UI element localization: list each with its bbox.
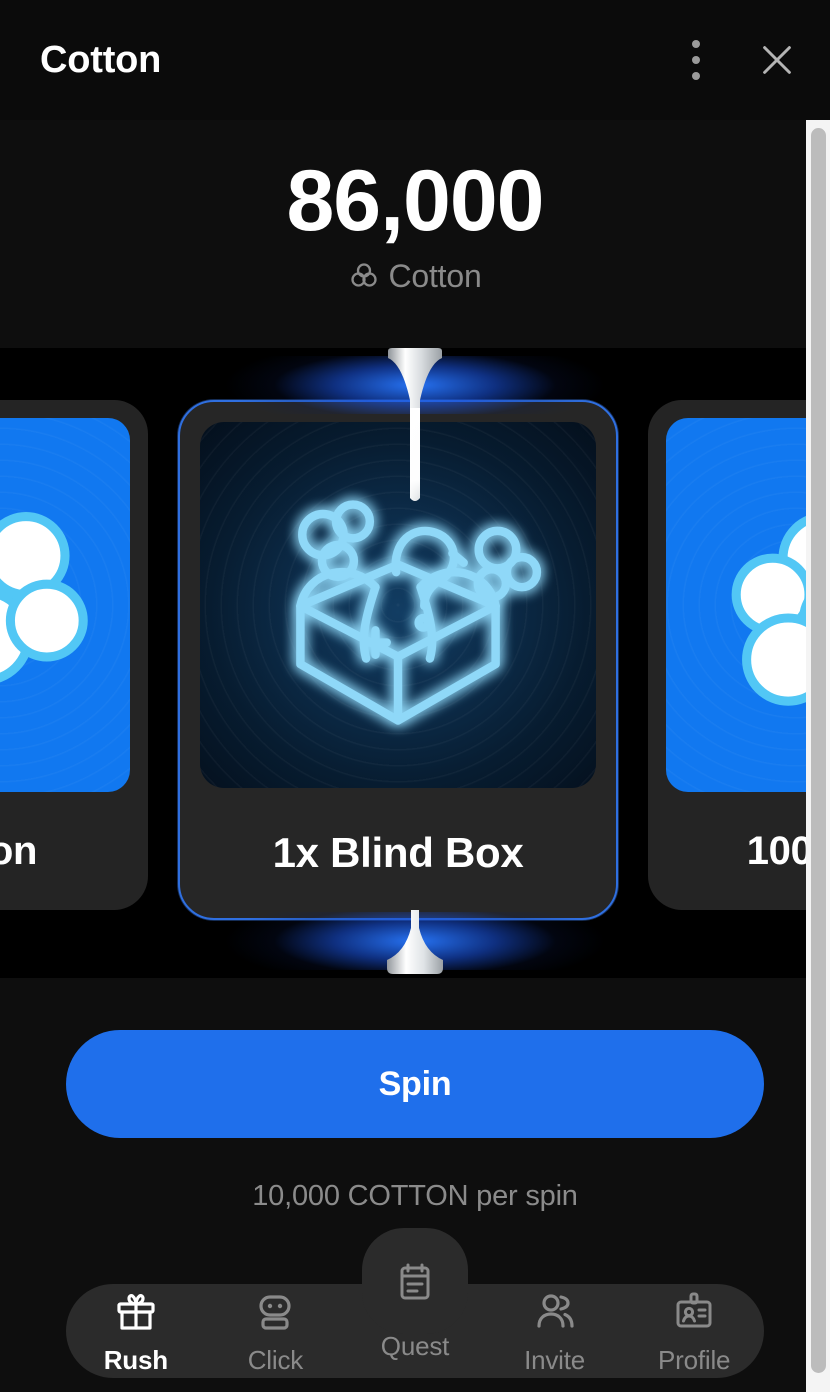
robot-icon [259,1294,291,1330]
nav-label: Invite [524,1344,586,1375]
balance-section: 86,000 Cotton [0,120,830,348]
nav-bar: Rush Click Quest Invite Profile [66,1228,764,1378]
nav-label: Click [247,1344,304,1375]
clipboard-icon [400,1263,430,1300]
nav-item-click[interactable]: Click [206,1284,346,1378]
nav-item-invite[interactable]: Invite [485,1284,625,1378]
bottom-navigation: Rush Click Quest Invite Profile [0,1228,830,1392]
app-header: Cotton [0,0,830,120]
kebab-menu-icon[interactable] [692,40,700,80]
cotton-cloud-tile-icon [0,512,88,683]
vertical-scrollbar[interactable] [806,120,830,1392]
reel-item-right[interactable]: 100,0 [648,400,830,910]
balance-amount: 86,000 [286,152,544,249]
scrollbar-thumb[interactable] [811,128,826,1373]
nav-item-quest[interactable]: Quest [345,1228,485,1378]
close-icon[interactable] [758,41,796,79]
nav-item-rush[interactable]: Rush [66,1284,206,1378]
reel-item-left[interactable]: tton [0,400,148,910]
nav-item-profile[interactable]: Profile [624,1284,764,1378]
nav-label: Quest [380,1331,450,1361]
reel-item-tile [0,418,130,792]
cotton-mini-app: Cotton 86,000 Cotton on 1x Blind Box 100… [0,0,830,1392]
reel-pointer-bottom [387,910,443,974]
reel-pointer-top [388,348,442,501]
nav-label: Profile [658,1344,731,1375]
cotton-cloud-icon [351,263,378,287]
reel-item-label: 1x Blind Box [272,829,524,876]
balance-currency-row: Cotton [348,257,482,295]
header-actions [692,40,796,80]
page-title: Cotton [40,39,162,81]
spin-cost-hint: 10,000 COTTON per spin [252,1180,578,1212]
balance-currency-label: Cotton [388,257,482,294]
nav-quest-bubble [361,1228,468,1334]
reel-item-label: tton [0,828,38,873]
spin-section: Spin 10,000 COTTON per spin Rush Click Q… [0,978,830,1392]
spin-button[interactable]: Spin [66,1030,764,1138]
nav-label: Rush [103,1344,168,1375]
id-card-icon [676,1292,712,1327]
people-icon [536,1293,574,1328]
gift-icon [117,1293,155,1330]
prize-reel[interactable]: tton [0,348,830,978]
